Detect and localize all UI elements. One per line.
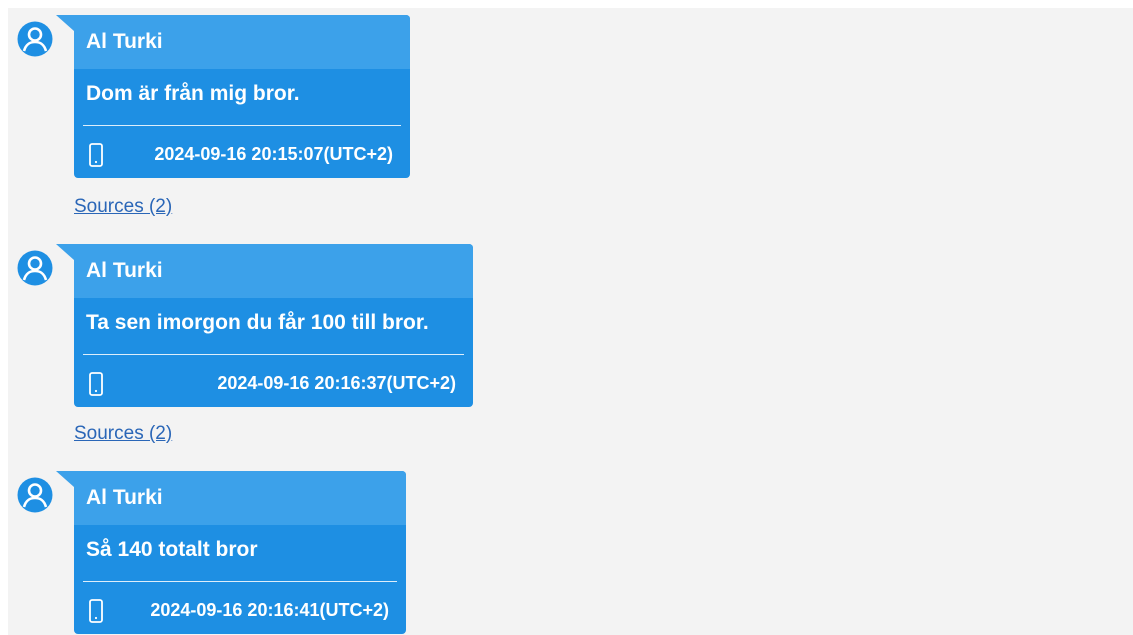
message-footer: 2024-09-16 20:16:37(UTC+2): [74, 355, 473, 407]
message-timestamp: 2024-09-16 20:16:41(UTC+2): [150, 600, 389, 620]
message-sender: Al Turki: [74, 471, 406, 525]
message-footer: 2024-09-16 20:15:07(UTC+2): [74, 126, 410, 178]
message-text: Dom är från mig bror.: [86, 82, 300, 105]
message-bubble: Al Turki Så 140 totalt bror 2024-09-16 2…: [56, 471, 406, 634]
mobile-phone-icon: [89, 143, 103, 167]
message-bubble: Al Turki Dom är från mig bror. 2024-09-1…: [56, 15, 410, 178]
user-avatar-icon: [17, 250, 53, 286]
message-text: Så 140 totalt bror: [86, 538, 258, 561]
message-timestamp: 2024-09-16 20:16:37(UTC+2): [217, 373, 456, 393]
sources-link[interactable]: Sources (2): [74, 423, 172, 445]
user-avatar-icon: [17, 21, 53, 57]
user-avatar-icon: [17, 477, 53, 513]
message-footer: 2024-09-16 20:16:41(UTC+2): [74, 582, 406, 634]
message-sender: Al Turki: [74, 244, 473, 298]
message-text: Ta sen imorgon du får 100 till bror.: [86, 311, 429, 334]
message-sender: Al Turki: [74, 15, 410, 69]
message-timestamp: 2024-09-16 20:15:07(UTC+2): [154, 144, 393, 164]
message-bubble: Al Turki Ta sen imorgon du får 100 till …: [56, 244, 473, 407]
mobile-phone-icon: [89, 599, 103, 623]
mobile-phone-icon: [89, 372, 103, 396]
chat-conversation: Al Turki Dom är från mig bror. 2024-09-1…: [8, 8, 1133, 635]
sources-link[interactable]: Sources (2): [74, 196, 172, 218]
